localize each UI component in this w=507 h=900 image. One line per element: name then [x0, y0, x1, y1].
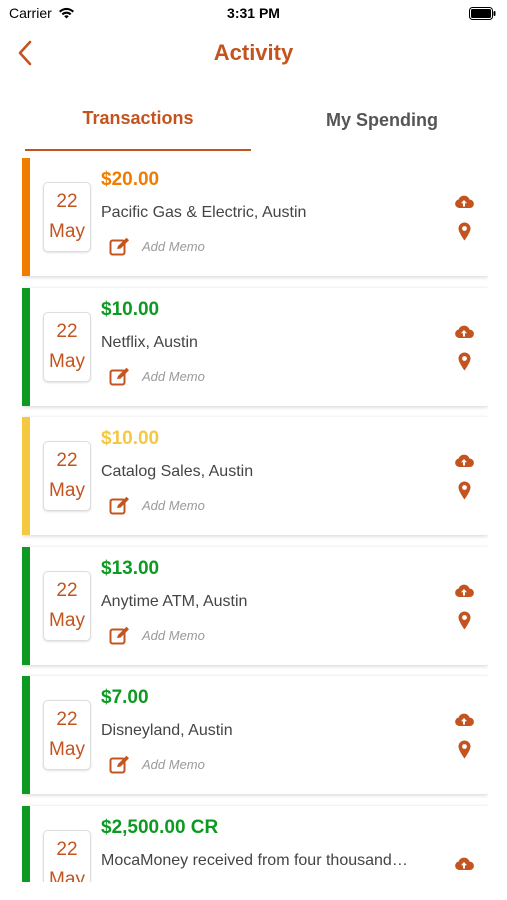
transaction-card[interactable]: 22 May $2,500.00 CR MocaMoney received f…	[22, 805, 488, 883]
transaction-merchant: Pacific Gas & Electric, Austin	[101, 204, 307, 221]
cloud-upload-icon[interactable]	[454, 194, 474, 210]
add-memo-button[interactable]: Add Memo	[109, 367, 205, 386]
transaction-amount: $2,500.00 CR	[101, 816, 219, 838]
edit-memo-icon	[109, 496, 129, 515]
status-stripe	[22, 805, 30, 882]
navigation-bar: Activity	[0, 28, 507, 78]
status-stripe	[22, 676, 30, 794]
transaction-card[interactable]: 22 May $10.00 Catalog Sales, Austin Add …	[22, 417, 488, 535]
page-title: Activity	[213, 40, 294, 65]
transaction-merchant: Disneyland, Austin	[101, 722, 233, 739]
tab-transactions[interactable]: Transactions	[25, 100, 251, 151]
transaction-card[interactable]: 22 May $10.00 Netflix, Austin Add Memo	[22, 287, 488, 406]
map-pin-icon[interactable]	[458, 611, 471, 630]
date-day: 22	[56, 579, 78, 601]
status-stripe	[22, 158, 30, 276]
transaction-card[interactable]: 22 May $13.00 Anytime ATM, Austin Add Me…	[22, 546, 488, 665]
transaction-amount: $10.00	[101, 428, 160, 449]
cloud-upload-icon[interactable]	[454, 583, 474, 599]
transaction-amount: $10.00	[101, 298, 160, 320]
date-day: 22	[56, 450, 78, 471]
date-day: 22	[56, 709, 78, 730]
date-badge: 22 May	[43, 441, 91, 511]
transaction-merchant: Catalog Sales, Austin	[101, 463, 254, 480]
date-month: May	[49, 350, 85, 372]
date-month: May	[49, 739, 85, 760]
date-badge: 22 May	[43, 311, 91, 382]
transaction-card[interactable]: 22 May $20.00 Pacific Gas & Electric, Au…	[22, 158, 488, 276]
transaction-merchant: Anytime ATM, Austin	[101, 592, 248, 610]
edit-memo-icon	[109, 237, 129, 256]
date-day: 22	[56, 191, 78, 212]
transaction-amount: $20.00	[101, 169, 160, 190]
tab-my-spending[interactable]: My Spending	[269, 100, 495, 152]
date-month: May	[49, 868, 85, 883]
add-memo-label: Add Memo	[142, 368, 205, 384]
status-bar: Carrier 3:31 PM	[0, 0, 507, 28]
add-memo-button[interactable]: Add Memo	[109, 755, 205, 774]
date-badge: 22 May	[43, 182, 91, 252]
transaction-merchant: Netflix, Austin	[101, 333, 198, 351]
map-pin-icon[interactable]	[458, 740, 471, 759]
add-memo-button[interactable]: Add Memo	[109, 626, 205, 645]
add-memo-button[interactable]: Add Memo	[109, 237, 205, 256]
edit-memo-icon	[109, 755, 129, 774]
cloud-upload-icon[interactable]	[454, 856, 474, 872]
edit-memo-icon	[109, 367, 129, 385]
battery-icon	[469, 7, 496, 20]
add-memo-label: Add Memo	[142, 757, 205, 772]
tab-bar: Transactions My Spending	[25, 100, 482, 152]
date-badge: 22 May	[43, 700, 91, 770]
date-badge: 22 May	[43, 829, 91, 883]
add-memo-button[interactable]: Add Memo	[109, 496, 205, 515]
transaction-card[interactable]: 22 May $7.00 Disneyland, Austin Add Memo	[22, 676, 488, 794]
map-pin-icon[interactable]	[458, 222, 471, 241]
cloud-upload-icon[interactable]	[454, 712, 474, 728]
transaction-list[interactable]: 22 May $20.00 Pacific Gas & Electric, Au…	[22, 158, 488, 882]
date-month: May	[49, 609, 85, 631]
transaction-amount: $13.00	[101, 557, 160, 579]
cloud-upload-icon[interactable]	[454, 324, 474, 340]
transaction-merchant: MocaMoney received from four thousand…	[101, 851, 408, 869]
date-day: 22	[56, 838, 78, 860]
date-badge: 22 May	[43, 570, 91, 641]
clock: 3:31 PM	[227, 5, 280, 21]
add-memo-label: Add Memo	[142, 239, 205, 254]
edit-memo-icon	[109, 626, 129, 644]
status-stripe	[22, 546, 30, 665]
add-memo-label: Add Memo	[142, 627, 205, 643]
status-stripe	[22, 417, 30, 535]
cloud-upload-icon[interactable]	[454, 453, 474, 469]
transaction-amount: $7.00	[101, 687, 149, 708]
status-stripe	[22, 287, 30, 406]
date-month: May	[49, 221, 85, 242]
map-pin-icon[interactable]	[458, 352, 471, 371]
date-day: 22	[56, 320, 78, 342]
date-month: May	[49, 480, 85, 501]
add-memo-label: Add Memo	[142, 498, 205, 513]
map-pin-icon[interactable]	[458, 481, 471, 500]
